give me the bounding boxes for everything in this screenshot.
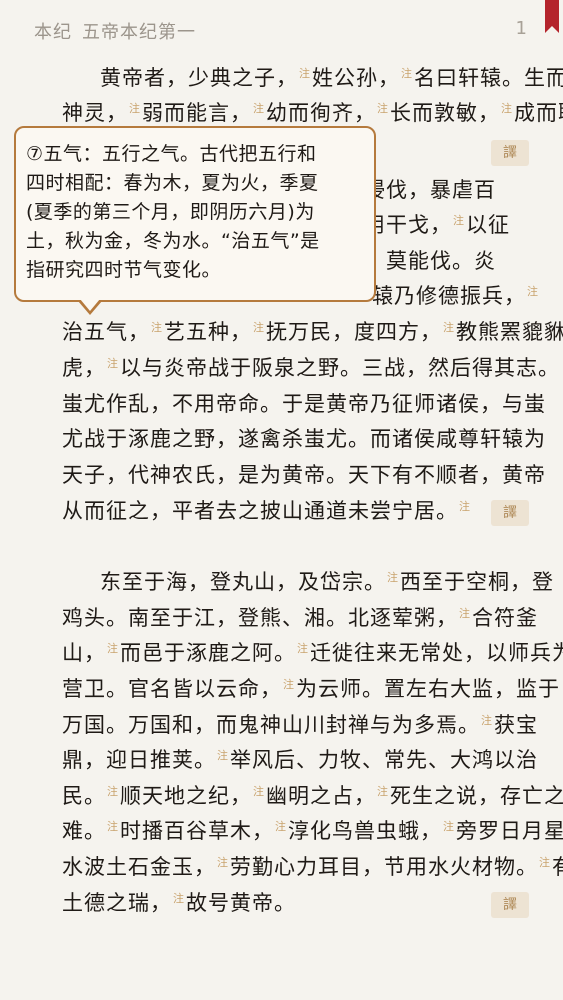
- text-line: 神灵，注弱而能言，注幼而徇齐，注长而敦敏，注成而聪: [62, 101, 563, 125]
- note-marker-icon[interactable]: 注: [217, 750, 229, 761]
- translate-button[interactable]: 譯: [491, 140, 529, 166]
- note-marker-icon[interactable]: 注: [539, 857, 551, 868]
- text-line: 万国。万国和，而鬼神山川封禅与为多焉。注获宝: [62, 713, 538, 737]
- section-label: 本纪: [34, 22, 72, 43]
- note-marker-icon[interactable]: 注: [107, 821, 119, 832]
- note-marker-icon[interactable]: 注: [253, 786, 265, 797]
- text-line: 水波土石金玉，注劳勤心力耳目，节用水火材物。注有: [62, 855, 563, 879]
- text-line: 辕乃修德振兵，注: [372, 284, 539, 308]
- note-marker-icon[interactable]: 注: [297, 643, 309, 654]
- translate-button[interactable]: 譯: [491, 500, 529, 526]
- note-marker-icon[interactable]: 注: [501, 103, 513, 114]
- text-line: 难。注时播百谷草木，注淳化鸟兽虫蛾，注旁罗日月星辰: [62, 819, 563, 843]
- note-marker-icon[interactable]: 注: [283, 679, 295, 690]
- chapter-breadcrumb: 本纪 五帝本纪第一: [34, 18, 206, 44]
- text-line: 黄帝者，少典之子，注姓公孙，注名曰轩辕。生而: [100, 66, 563, 90]
- note-marker-icon[interactable]: 注: [459, 608, 471, 619]
- note-marker-icon[interactable]: 注: [253, 103, 265, 114]
- note-marker-icon[interactable]: 注: [173, 893, 185, 904]
- note-marker-icon[interactable]: 注: [299, 68, 311, 79]
- text-line: 虎，注以与炎帝战于阪泉之野。三战，然后得其志。: [62, 356, 560, 380]
- annotation-popup[interactable]: ⑦五气：五行之气。古代把五行和 四时相配：春为木，夏为火，季夏 (夏季的第三个月…: [14, 126, 376, 315]
- note-marker-icon[interactable]: 注: [481, 715, 493, 726]
- note-marker-icon[interactable]: 注: [459, 501, 471, 512]
- chapter-label: 五帝本纪第一: [82, 22, 196, 43]
- note-marker-icon[interactable]: 注: [377, 786, 389, 797]
- note-marker-icon[interactable]: 注: [107, 358, 119, 369]
- note-marker-icon[interactable]: 注: [453, 215, 465, 226]
- text-line: 山，注而邑于涿鹿之阿。注迁徙往来无常处，以师兵为: [62, 641, 563, 665]
- note-marker-icon[interactable]: 注: [151, 322, 163, 333]
- text-line: 蚩尤作乱，不用帝命。于是黄帝乃征师诸侯，与蚩: [62, 392, 546, 416]
- note-marker-icon[interactable]: 注: [129, 103, 141, 114]
- text-line: 民。注顺天地之纪，注幽明之占，注死生之说，存亡之: [62, 784, 563, 808]
- text-line: 鸡头。南至于江，登熊、湘。北逐荤粥，注合符釜: [62, 606, 538, 630]
- text-line: 营卫。官名皆以云命，注为云师。置左右大监，监于: [62, 677, 560, 701]
- note-marker-icon[interactable]: 注: [107, 786, 119, 797]
- text-line: 土德之瑞，注故号黄帝。: [62, 891, 296, 915]
- note-marker-icon[interactable]: 注: [401, 68, 413, 79]
- text-line: 天子，代神农氏，是为黄帝。天下有不顺者，黄帝: [62, 463, 546, 487]
- note-marker-icon[interactable]: 注: [443, 322, 455, 333]
- reader-header: 本纪 五帝本纪第一 1: [0, 0, 563, 60]
- text-line: 尤战于涿鹿之野，遂禽杀蚩尤。而诸侯咸尊轩辕为: [62, 427, 546, 451]
- note-marker-icon[interactable]: 注: [217, 857, 229, 868]
- note-marker-icon[interactable]: 注: [527, 286, 539, 297]
- text-line: 治五气，注艺五种，注抚万民，度四方，注教熊罴貔貅貙: [62, 320, 563, 344]
- note-marker-icon[interactable]: 注: [275, 821, 287, 832]
- page-number: 1: [515, 18, 527, 39]
- note-marker-icon[interactable]: 注: [377, 103, 389, 114]
- text-line: 鼎，迎日推荚。注举风后、力牧、常先、大鸿以治: [62, 748, 538, 772]
- note-marker-icon[interactable]: 注: [107, 643, 119, 654]
- popup-pointer: [78, 299, 102, 315]
- note-marker-icon[interactable]: 注: [443, 821, 455, 832]
- annotation-text: ⑦五气：五行之气。古代把五行和 四时相配：春为木，夏为火，季夏 (夏季的第三个月…: [26, 143, 320, 281]
- bookmark-ribbon-icon[interactable]: [545, 0, 559, 33]
- text-line: 从而征之，平者去之披山通道未尝宁居。注: [62, 499, 471, 523]
- translate-button[interactable]: 譯: [491, 892, 529, 918]
- note-marker-icon[interactable]: 注: [387, 572, 399, 583]
- note-marker-icon[interactable]: 注: [253, 322, 265, 333]
- text-line: 东至于海，登丸山，及岱宗。注西至于空桐，登: [100, 570, 554, 594]
